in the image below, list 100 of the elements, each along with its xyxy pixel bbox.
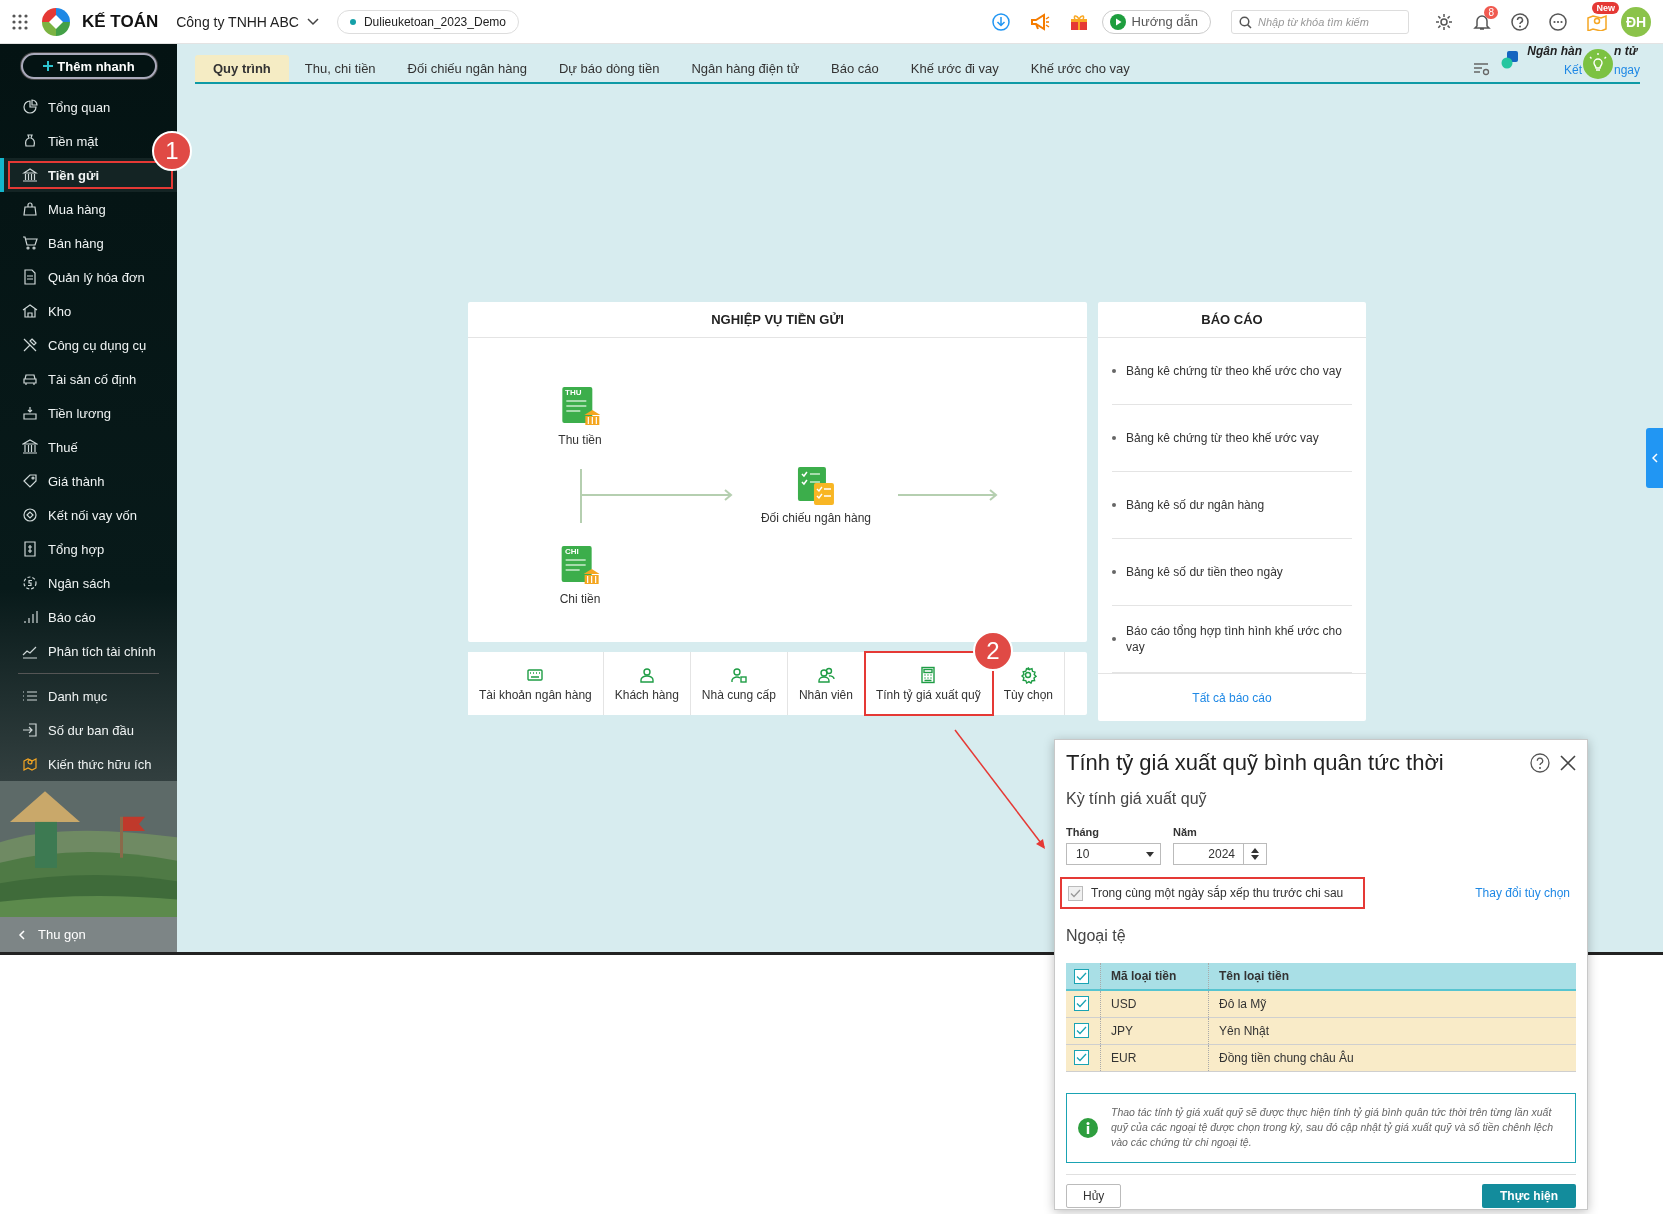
money-bag-icon (22, 133, 38, 149)
sidebar-item[interactable]: Phân tích tài chính (0, 634, 166, 668)
sidebar-item[interactable]: Tiền gửi (0, 158, 177, 192)
search-icon (1239, 15, 1252, 29)
checkbox-label: Trong cùng một ngày sắp xếp thu trước chi sau (1091, 886, 1344, 900)
sidebar-item[interactable]: Mua hàng (0, 192, 116, 226)
sidebar-item[interactable]: Tổng hợp (0, 532, 115, 566)
list-icon (22, 688, 38, 704)
checkbox[interactable] (1074, 968, 1089, 984)
bank-icon (22, 439, 38, 455)
settings-icon[interactable] (1435, 12, 1453, 31)
gift-icon[interactable] (1069, 12, 1088, 31)
tab[interactable]: Đối chiếu ngân hàng (391, 55, 543, 82)
person-icon (637, 665, 656, 684)
section-heading: Ngoại tệ (1066, 927, 1127, 946)
sidebar-item[interactable]: Thuế (0, 430, 88, 464)
card-title: NGHIỆP VỤ TIỀN GỬI (468, 302, 1087, 338)
sidebar-item[interactable]: Kho (0, 294, 82, 328)
more-icon[interactable] (1549, 12, 1567, 31)
month-select[interactable]: 10 (1066, 843, 1161, 865)
tab[interactable]: Quy trình (195, 55, 289, 82)
table-cell: Yên Nhật (1208, 1017, 1576, 1044)
search-field[interactable]: Nhập từ khóa tìm kiếm (1231, 9, 1409, 34)
sidebar-item[interactable]: Danh mục (0, 679, 118, 713)
sidebar-item[interactable]: Ngân sách (0, 566, 121, 600)
new-badge: New (1592, 1, 1619, 14)
sidebar-item[interactable]: Tổng quan (0, 90, 121, 124)
filter-settings-icon[interactable] (1473, 62, 1492, 76)
document-tag: CHI (565, 547, 579, 556)
all-reports-link[interactable]: Tất cả báo cáo (1192, 690, 1272, 705)
plus-icon (42, 60, 55, 72)
column-header: Mã loại tiền (1100, 963, 1209, 990)
sidebar-item[interactable]: Quản lý hóa đơn (0, 260, 155, 294)
table-cell: Đồng tiền chung châu Âu (1208, 1044, 1576, 1071)
map-icon[interactable] (1587, 12, 1607, 31)
report-link[interactable]: Bảng kê số dư ngân hàng (1126, 497, 1265, 513)
e-banking-title: Ngân hàn (1527, 43, 1582, 58)
megaphone-icon[interactable] (1029, 12, 1050, 31)
dialog-title: Tính tỷ giá xuất quỹ bình quân tức thời (1066, 750, 1445, 776)
link-icon (22, 507, 38, 523)
supplier-icon (729, 665, 748, 684)
tab[interactable]: Khế ước cho vay (1014, 55, 1146, 82)
tab[interactable]: Ngân hàng điện tử (675, 55, 816, 82)
sidebar-item[interactable]: Tiền lương (0, 396, 121, 430)
info-icon (1077, 1116, 1099, 1139)
close-icon[interactable] (1560, 755, 1576, 771)
play-icon (1109, 13, 1126, 30)
help-icon[interactable] (1511, 12, 1529, 31)
sidebar-item[interactable]: Tiền mặt (0, 124, 109, 158)
cart-icon (22, 235, 38, 251)
tab[interactable]: Dự báo dòng tiền (542, 55, 676, 82)
sidebar-item[interactable]: Công cụ dụng cụ (0, 328, 157, 362)
process-step-label: Đối chiếu ngân hàng (760, 511, 872, 525)
help-icon[interactable] (1530, 753, 1550, 773)
toolbar-button[interactable]: Tài khoản ngân hàng (468, 652, 604, 715)
download-icon[interactable] (991, 12, 1010, 31)
shopping-bag-icon (22, 201, 38, 217)
info-text: Thao tác tính tỷ giá xuất quỹ sẽ được thực hiện tính tỷ giá bình quân tức thời trên từng lần xuất quỹ của các ngoại tệ được chọn trong kỳ, sau đó cập nhật tỷ giá xuất quỹ và số tiền chênh lệch vào các chứng từ chi ngoại tệ. (1111, 1105, 1555, 1150)
bank-icon (22, 167, 38, 183)
sidebar-item[interactable]: Kiến thức hữu ích (0, 747, 162, 781)
sidebar-item[interactable]: Kết nối vay vốn (0, 498, 147, 532)
checkbox[interactable] (1074, 1050, 1089, 1065)
bank-app-icon (1501, 51, 1520, 69)
table-cell: EUR (1100, 1044, 1209, 1071)
sidebar-item[interactable]: Báo cáo (0, 600, 106, 634)
year-field[interactable]: 2024 (1173, 843, 1267, 865)
tab[interactable]: Khế ước đi vay (894, 55, 1015, 82)
report-link[interactable]: Bảng kê số dư tiền theo ngày (1126, 564, 1283, 580)
section-heading: Kỳ tính giá xuất quỹ (1066, 790, 1208, 809)
dropdown-icon (1146, 851, 1154, 857)
tag-icon (22, 473, 38, 489)
calculator-icon (919, 665, 938, 684)
checkbox[interactable] (1074, 996, 1089, 1012)
process-step-label: Chi tiền (559, 592, 601, 606)
change-options-link[interactable]: Thay đổi tùy chọn (1475, 886, 1570, 900)
table-cell: JPY (1100, 1017, 1209, 1044)
tab[interactable]: Báo cáo (815, 55, 895, 82)
chevron-left-icon (1651, 453, 1658, 463)
guide-button[interactable]: Hướng dẫn (1101, 9, 1211, 34)
tab[interactable]: Thu, chi tiền (288, 55, 392, 82)
bell-icon[interactable] (1473, 12, 1491, 31)
collapse-button[interactable]: Thu gọn (0, 917, 177, 952)
report-link[interactable]: Bảng kê chứng từ theo khế ước cho vay (1126, 363, 1342, 379)
report-link[interactable]: Báo cáo tổng hợp tình hình khế ước cho vay (1126, 623, 1352, 655)
report-link[interactable]: Bảng kê chứng từ theo khế ước vay (1126, 430, 1319, 446)
pie-chart-icon (22, 99, 38, 115)
checkbox[interactable] (1074, 1023, 1089, 1038)
quick-add-button[interactable]: Thêm nhanh (20, 53, 157, 79)
cancel-button[interactable]: Hủy (1066, 1183, 1122, 1208)
field-label: Tháng (1066, 826, 1100, 840)
company-selector[interactable]: Công ty TNHH ABC (176, 13, 319, 30)
sidebar-item[interactable]: Tài sản cố định (0, 362, 147, 396)
sidebar-item[interactable]: Số dư ban đầu (0, 713, 145, 747)
run-button[interactable]: Thực hiện (1481, 1183, 1576, 1208)
sidebar-item[interactable]: Giá thành (0, 464, 115, 498)
document-icon (22, 269, 38, 285)
apps-icon[interactable] (12, 13, 28, 30)
column-header: Tên loại tiền (1208, 963, 1576, 990)
sidebar-item[interactable]: Bán hàng (0, 226, 114, 260)
table-cell: Đô la Mỹ (1208, 990, 1576, 1017)
